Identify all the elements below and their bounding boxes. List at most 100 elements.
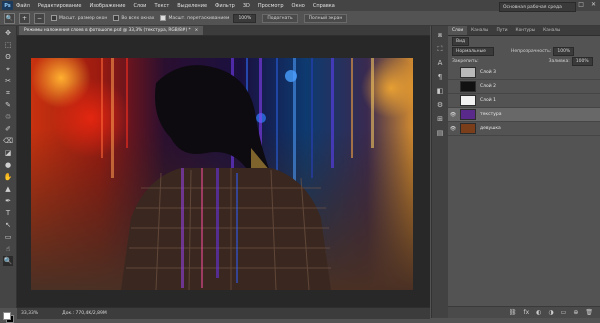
quick-select-tool-icon[interactable]: ⌖ [3, 64, 13, 74]
layer-name: текстура [480, 112, 502, 117]
document-canvas[interactable] [31, 58, 413, 290]
blend-row: Нормальные Непрозрачность: 100% [448, 46, 600, 56]
document-tab-title: Режимы наложения слоев в фотошопе.psd @ … [24, 28, 191, 33]
marquee-tool-icon[interactable]: ⬚ [3, 40, 13, 50]
checkbox-label: Масшт. размер окон [59, 15, 108, 21]
visibility-eye-icon[interactable]: 👁 [448, 112, 458, 118]
resize-windows-checkbox[interactable]: Масшт. размер окон [51, 15, 107, 21]
close-icon[interactable]: ✕ [591, 1, 596, 8]
shape-tool-icon[interactable]: ▭ [3, 232, 13, 242]
document-tab[interactable]: Режимы наложения слоев в фотошопе.psd @ … [19, 26, 204, 35]
options-bar: 🔍 + − Масшт. размер окон Во всех окнах М… [0, 11, 600, 26]
fill-label: Заливка: [548, 58, 570, 64]
zoom-out-icon[interactable]: − [34, 12, 45, 24]
adjustment-layer-icon[interactable]: ◑ [548, 309, 553, 316]
crop-tool-icon[interactable]: ✂ [3, 76, 13, 86]
layers-panel-footer: ⛓ fx ◐ ◑ ▭ ⊕ 🗑 [448, 306, 600, 318]
dodge-tool-icon[interactable]: ● [3, 160, 13, 170]
layer-row[interactable]: Слой 3 [448, 66, 600, 80]
zoom-value-field[interactable]: 100% [233, 13, 257, 23]
opacity-label: Непрозрачность: [511, 48, 552, 54]
restore-icon[interactable]: □ [578, 1, 584, 8]
fill-screen-button[interactable]: Полный экран [303, 13, 348, 23]
foreground-color-swatch[interactable] [3, 312, 11, 320]
visibility-eye-icon[interactable]: 👁 [448, 126, 458, 132]
history-panel-icon[interactable]: ⧈ [435, 30, 445, 40]
move-tool-icon[interactable]: ✥ [3, 28, 13, 38]
menu-3d[interactable]: 3D [243, 3, 250, 9]
properties-panel-icon[interactable]: ⛶ [435, 44, 445, 54]
new-group-icon[interactable]: ▭ [561, 309, 567, 316]
layer-row[interactable]: 👁 текстура [448, 108, 600, 122]
scrubby-zoom-checkbox[interactable]: Масшт. перетаскиванием [160, 15, 229, 21]
tab-layers[interactable]: Слои [448, 26, 468, 35]
healing-brush-tool-icon[interactable]: ✎ [3, 100, 13, 110]
character-panel-icon[interactable]: A [435, 58, 445, 68]
menu-window[interactable]: Окно [292, 3, 305, 9]
settings-panel-icon[interactable]: ⚙ [435, 100, 445, 110]
menu-edit[interactable]: Редактирование [38, 3, 82, 9]
zoom-in-icon[interactable]: + [19, 12, 30, 24]
layer-thumbnail [460, 123, 476, 134]
workspace-select[interactable]: Основная рабочая среда [499, 2, 576, 12]
color-swatches[interactable] [3, 312, 14, 323]
blend-mode-select[interactable]: Нормальные [452, 46, 494, 56]
menu-view[interactable]: Просмотр [258, 3, 284, 9]
new-layer-icon[interactable]: ⊕ [573, 309, 578, 316]
zoom-tool-icon[interactable]: 🔍 [4, 12, 15, 24]
panel-icon-strip: ⧈ ⛶ A ¶ ◧ ⚙ ⊞ ▤ [431, 26, 449, 318]
paragraph-panel-icon[interactable]: ¶ [435, 72, 445, 82]
clone-stamp-tool-icon[interactable]: ✐ [3, 124, 13, 134]
close-icon[interactable]: × [195, 28, 199, 33]
menu-select[interactable]: Выделение [177, 3, 207, 9]
menu-file[interactable]: Файл [16, 3, 30, 9]
fit-screen-button[interactable]: Подогнать [262, 13, 298, 23]
canvas-area[interactable] [17, 36, 430, 307]
brush-panel-icon[interactable]: ◧ [435, 86, 445, 96]
zoom-all-windows-checkbox[interactable]: Во всех окнах [113, 15, 154, 21]
tab-channels[interactable]: Каналы [467, 26, 492, 35]
layer-name: девушка [480, 126, 501, 131]
gradient-tool-icon[interactable]: ◪ [3, 148, 13, 158]
type-tool-icon[interactable]: T [3, 208, 13, 218]
trash-icon[interactable]: 🗑 [585, 309, 593, 316]
layers-panel: Слои Каналы Пути Контуры Каналы Вид Норм… [448, 26, 600, 318]
layer-thumbnail [460, 95, 476, 106]
smudge-tool-icon[interactable]: ✋ [3, 172, 13, 182]
checkbox-box [51, 15, 57, 21]
layer-filter-select[interactable]: Вид [452, 36, 470, 46]
sharpen-tool-icon[interactable]: ▲ [3, 184, 13, 194]
layer-mask-icon[interactable]: ◐ [536, 309, 541, 316]
layer-comps-panel-icon[interactable]: ⊞ [435, 114, 445, 124]
tab-contours[interactable]: Контуры [512, 26, 540, 35]
zoom-level[interactable]: 33,33% [21, 311, 38, 316]
eyedropper-tool-icon[interactable]: ⌗ [3, 88, 13, 98]
tab-channels-2[interactable]: Каналы [539, 26, 564, 35]
zoom-tool-icon[interactable]: 🔍 [3, 256, 13, 266]
opacity-field[interactable]: 100% [553, 46, 575, 56]
layer-row[interactable]: Слой 2 [448, 80, 600, 94]
menu-image[interactable]: Изображение [89, 3, 125, 9]
layer-name: Слой 2 [480, 84, 496, 89]
path-select-tool-icon[interactable]: ↖ [3, 220, 13, 230]
layer-row[interactable]: Слой 1 [448, 94, 600, 108]
link-layers-icon[interactable]: ⛓ [509, 309, 517, 316]
hand-tool-icon[interactable]: ☝ [3, 244, 13, 254]
brush-tool-icon[interactable]: ♲ [3, 112, 13, 122]
artwork-image [31, 58, 413, 290]
layer-row[interactable]: 👁 девушка [448, 122, 600, 136]
fill-field[interactable]: 100% [571, 56, 593, 66]
eraser-tool-icon[interactable]: ⌫ [3, 136, 13, 146]
menu-filter[interactable]: Фильтр [215, 3, 235, 9]
lasso-tool-icon[interactable]: ʘ [3, 52, 13, 62]
lock-row: Закрепить: Заливка: 100% [448, 56, 600, 66]
tab-paths[interactable]: Пути [492, 26, 511, 35]
info-panel-icon[interactable]: ▤ [435, 128, 445, 138]
checkbox-label: Во всех окнах [121, 15, 155, 21]
menu-type[interactable]: Текст [154, 3, 169, 9]
menu-layers[interactable]: Слои [133, 3, 146, 9]
tools-panel: ✥ ⬚ ʘ ⌖ ✂ ⌗ ✎ ♲ ✐ ⌫ ◪ ● ✋ ▲ ✒ T ↖ ▭ ☝ 🔍 [0, 26, 17, 323]
pen-tool-icon[interactable]: ✒ [3, 196, 13, 206]
layer-style-icon[interactable]: fx [524, 309, 530, 316]
menu-help[interactable]: Справка [313, 3, 335, 9]
